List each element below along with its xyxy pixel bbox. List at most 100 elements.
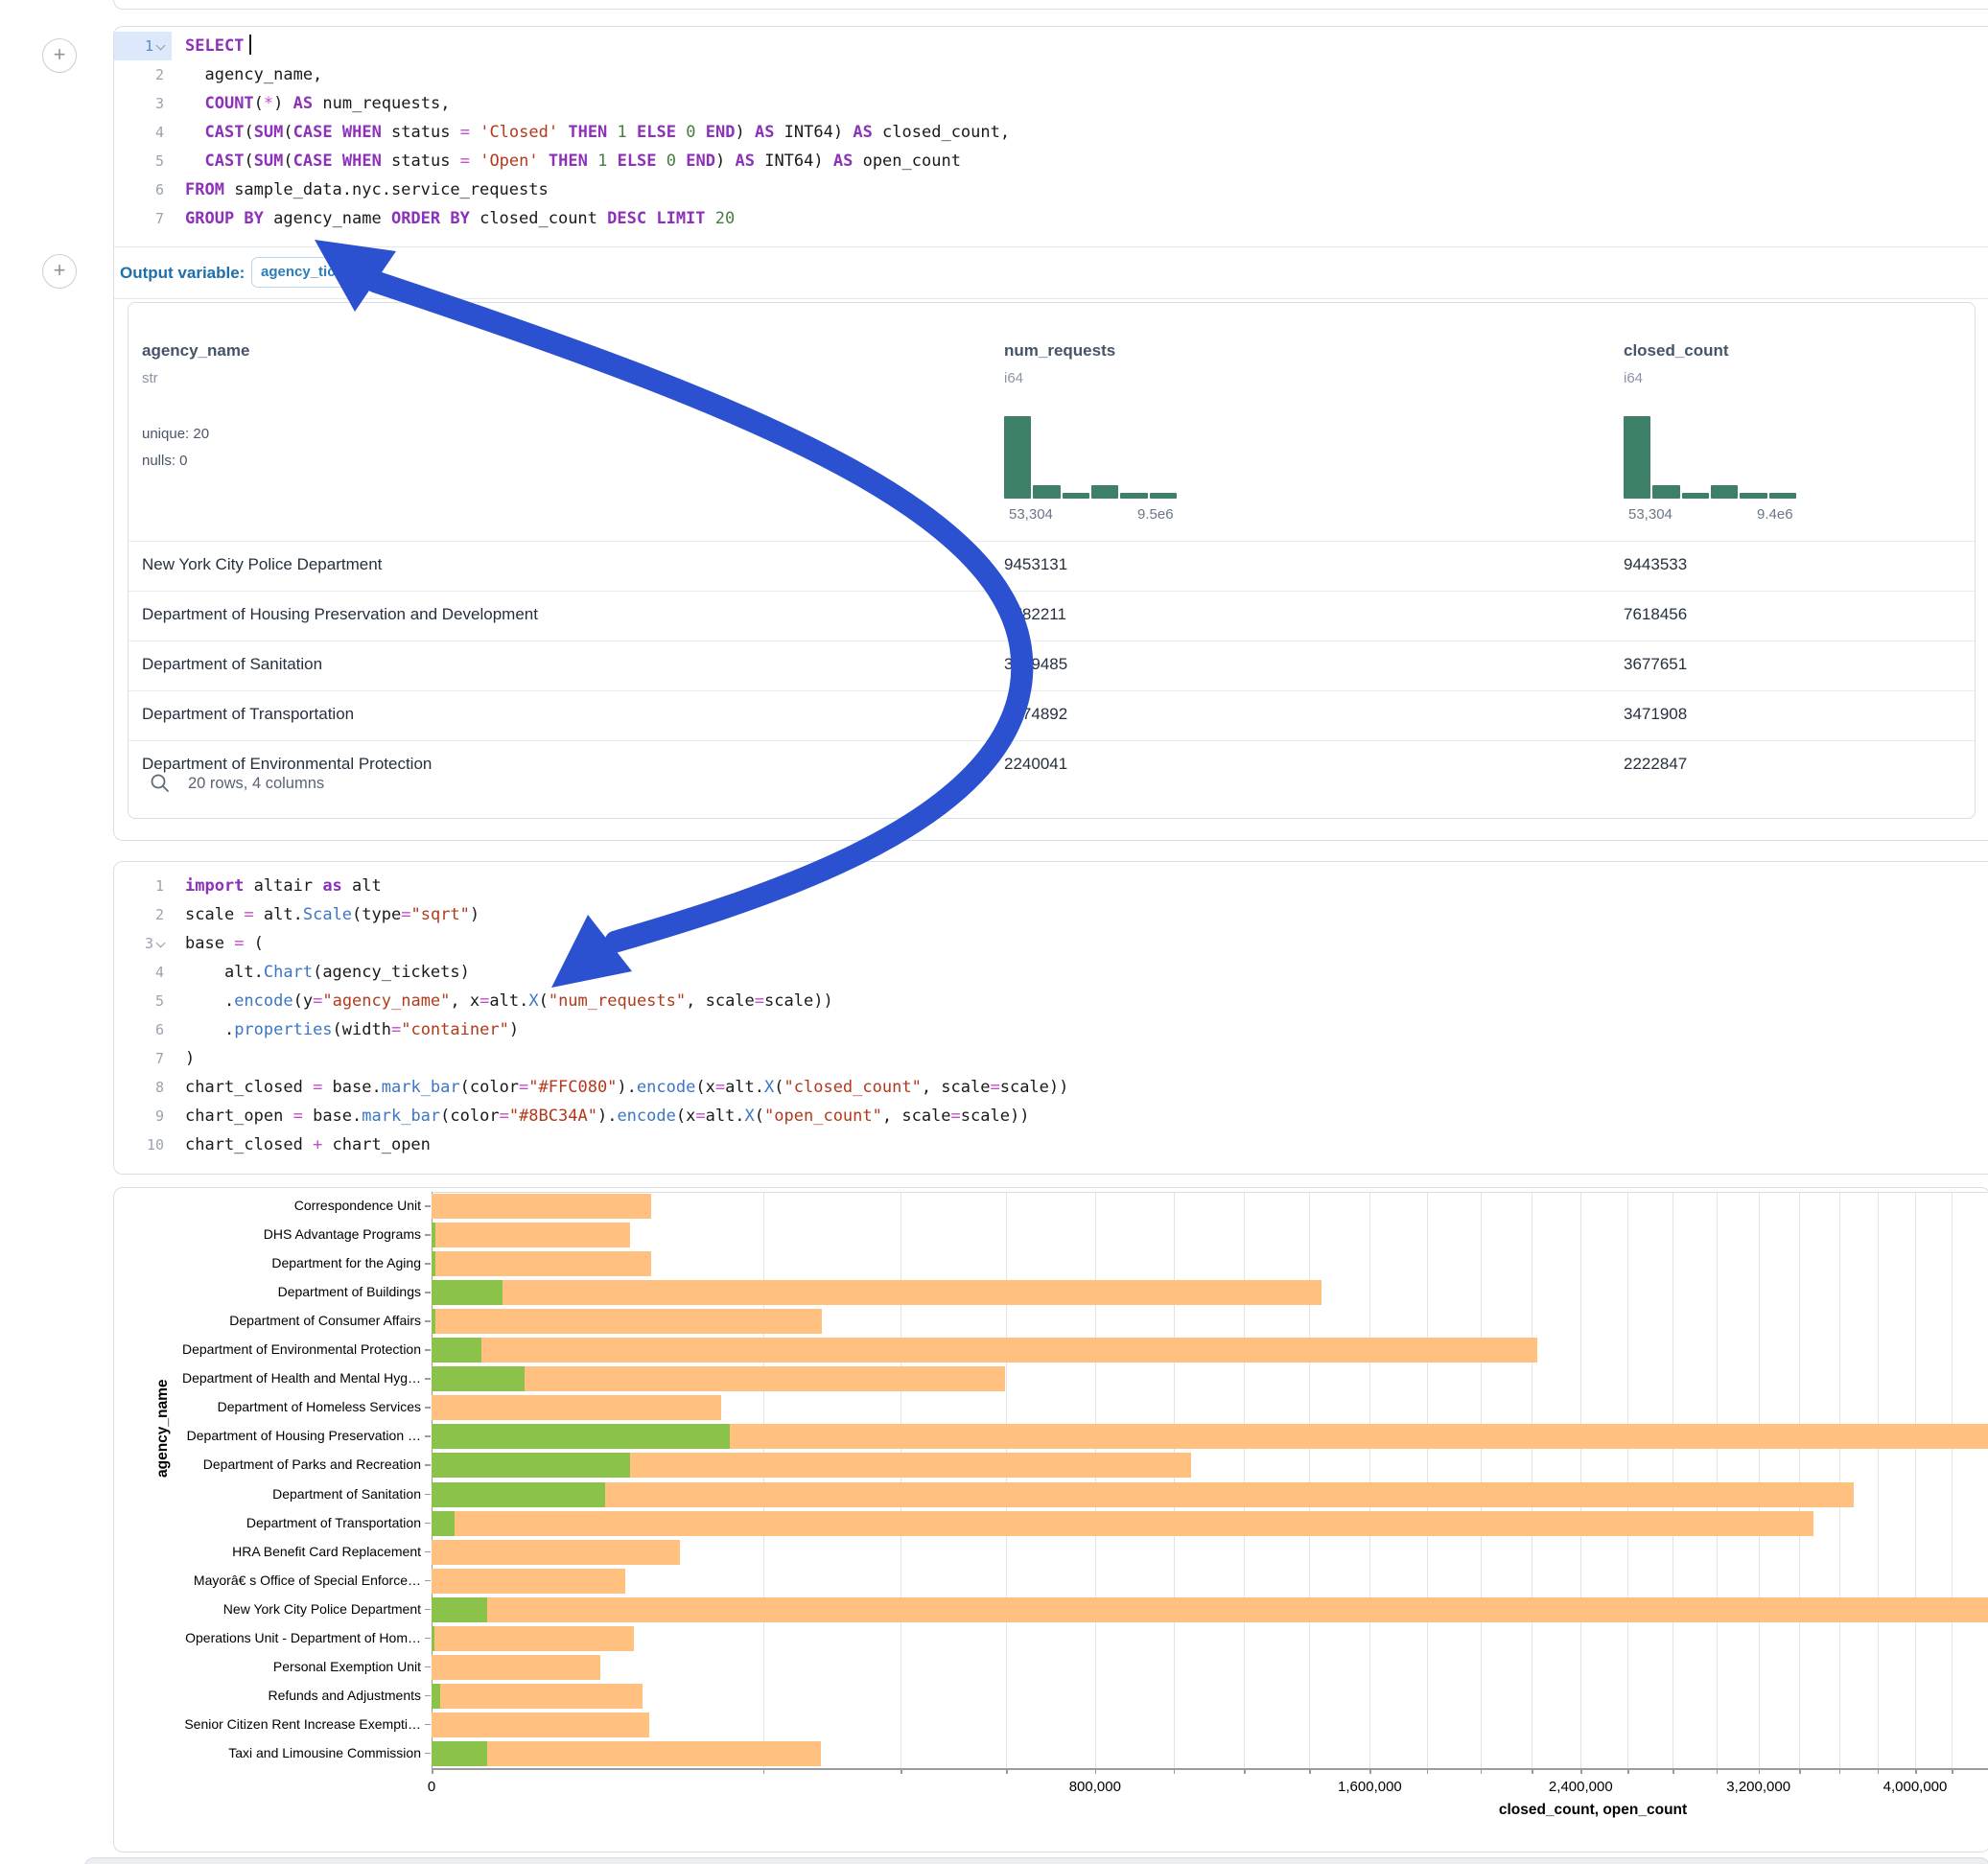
y-axis-tick [425,1753,431,1755]
code-line[interactable]: 6FROM sample_data.nyc.service_requests [114,175,1988,204]
cell-closed-count: 7618456 [1624,605,1687,624]
code-line[interactable]: 1import altair as alt [114,872,1988,900]
histogram-bar [1033,485,1060,499]
code-line[interactable]: 4 alt.Chart(agency_tickets) [114,958,1988,987]
table-row-count: 20 rows, 4 columns [188,775,324,793]
code-line[interactable]: 3 COUNT(*) AS num_requests, [114,89,1988,118]
y-axis-label: Department of Transportation [122,1515,421,1530]
column-header-closed-count[interactable]: closed_count [1624,341,1729,361]
line-number: 6 [114,1015,172,1044]
cell-num-requests: 2240041 [1004,755,1067,774]
histogram-bar [1004,416,1031,499]
add-cell-button-top[interactable]: + [42,38,77,73]
column-header-agency-name[interactable]: agency_name [142,341,249,361]
gridline [1839,1192,1840,1768]
line-number: 1 [114,32,172,60]
table-row[interactable]: Department of Environmental Protection22… [129,740,1975,791]
bar-open-count [432,1424,730,1449]
y-axis-tick [425,1551,431,1553]
code-line[interactable]: 10chart_closed + chart_open [114,1130,1988,1159]
chevron-down-icon[interactable] [156,939,164,946]
gridline [1427,1192,1428,1768]
code-line[interactable]: 9chart_open = base.mark_bar(color="#8BC3… [114,1102,1988,1130]
output-variable-label: Output variable: [120,264,245,283]
bar-closed-count [432,1395,721,1420]
code-text: scale = alt.Scale(type="sqrt") [172,900,1988,929]
code-line[interactable]: 8chart_closed = base.mark_bar(color="#FF… [114,1073,1988,1102]
code-text: chart_open = base.mark_bar(color="#8BC34… [172,1102,1988,1130]
code-line[interactable]: 1SELECT [114,32,1988,60]
bar-open-count [432,1338,481,1363]
code-text: chart_closed = base.mark_bar(color="#FFC… [172,1073,1988,1102]
bar-open-count [432,1741,487,1766]
bar-open-count [432,1366,525,1391]
table-row[interactable]: Department of Transportation377489234719… [129,690,1975,741]
code-text: alt.Chart(agency_tickets) [172,958,1988,987]
x-axis-label: 3,200,000 [1726,1779,1790,1795]
code-line[interactable]: 3base = ( [114,929,1988,958]
code-line[interactable]: 6 .properties(width="container") [114,1015,1988,1044]
cell-num-requests: 3774892 [1004,705,1067,724]
y-axis-tick [425,1724,431,1726]
bar-closed-count [432,1741,821,1766]
add-cell-button-middle[interactable]: + [42,254,77,289]
sql-code-editor[interactable]: 1SELECT2 agency_name,3 COUNT(*) AS num_r… [114,32,1988,233]
x-axis-label: 2,400,000 [1549,1779,1613,1795]
gridline [1580,1192,1581,1768]
code-line[interactable]: 5 .encode(y="agency_name", x=alt.X("num_… [114,987,1988,1015]
cell-agency-name: Department of Transportation [142,705,354,724]
x-axis-title: closed_count, open_count [1499,1802,1687,1819]
y-axis-label: Department of Consumer Affairs [122,1313,421,1328]
code-line[interactable]: 2scale = alt.Scale(type="sqrt") [114,900,1988,929]
code-line[interactable]: 4 CAST(SUM(CASE WHEN status = 'Closed' T… [114,118,1988,147]
line-number: 6 [114,175,172,204]
results-table: agency_name str unique: 20 nulls: 0 num_… [128,302,1976,819]
table-row[interactable]: New York City Police Department945313194… [129,541,1975,592]
histogram-min-label: 53,304 [1009,506,1053,523]
code-line[interactable]: 2 agency_name, [114,60,1988,89]
histogram-bar [1711,485,1738,499]
y-axis-label: HRA Benefit Card Replacement [122,1544,421,1559]
python-code-editor[interactable]: 1import altair as alt2scale = alt.Scale(… [114,872,1988,1159]
y-axis-tick [425,1666,431,1668]
y-axis-tick [425,1205,431,1207]
code-text: .encode(y="agency_name", x=alt.X("num_re… [172,987,1988,1015]
code-line[interactable]: 7) [114,1044,1988,1073]
plot-top-border [432,1192,1988,1193]
output-variable-input[interactable]: agency_tickets [251,257,371,288]
search-icon[interactable] [150,773,171,794]
code-text: FROM sample_data.nyc.service_requests [172,175,1988,204]
code-text: CAST(SUM(CASE WHEN status = 'Open' THEN … [172,147,1988,175]
column-type: i64 [1624,370,1643,386]
gridline [1244,1192,1245,1768]
line-number: 7 [114,1044,172,1073]
bar-open-count [432,1309,435,1334]
cell-num-requests: 9453131 [1004,555,1067,574]
code-text: agency_name, [172,60,1988,89]
y-axis-tick [425,1580,431,1582]
column-header-num-requests[interactable]: num_requests [1004,341,1115,361]
code-line[interactable]: 7GROUP BY agency_name ORDER BY closed_co… [114,204,1988,233]
x-axis-label: 1,600,000 [1338,1779,1402,1795]
table-row[interactable]: Department of Housing Preservation and D… [129,591,1975,641]
line-number: 5 [114,147,172,175]
line-number: 8 [114,1073,172,1102]
line-number: 4 [114,958,172,987]
cell-num-requests: 7782211 [1004,605,1066,624]
code-line[interactable]: 5 CAST(SUM(CASE WHEN status = 'Open' THE… [114,147,1988,175]
chevron-down-icon[interactable] [156,41,164,49]
gridline [1627,1192,1628,1768]
line-number: 1 [114,872,172,900]
y-axis-label: Department of Environmental Protection [122,1341,421,1357]
bar-open-count [432,1280,503,1305]
column-type: str [142,370,158,386]
y-axis-tick [425,1638,431,1640]
gridline [1174,1192,1175,1768]
line-number: 10 [114,1130,172,1159]
table-row[interactable]: Department of Sanitation37494853677651 [129,641,1975,691]
bar-closed-count [432,1569,625,1594]
bar-closed-count [432,1251,651,1276]
line-number: 2 [114,60,172,89]
bar-open-count [432,1223,435,1247]
gridline [1952,1192,1953,1768]
